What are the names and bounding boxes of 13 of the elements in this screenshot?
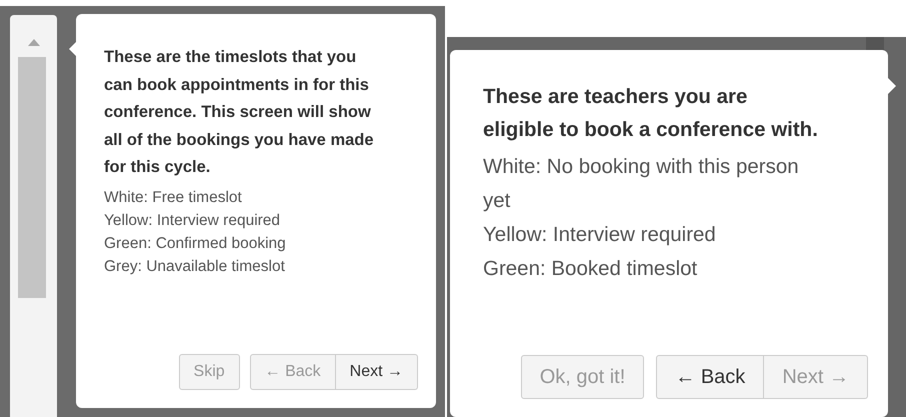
legend-text: Yellow: Interview required <box>104 210 282 230</box>
legend-text: Yellow: Interview required <box>483 222 717 248</box>
popover-heading: These are the timeslots that you can book appointments in for this conference. This screen will show all of the bookings you have made for this cycle. <box>104 47 375 178</box>
legend-text: Green: Booked timeslot <box>483 256 698 282</box>
scroll-up-icon[interactable] <box>28 39 40 46</box>
legend-text: Green: Confirmed booking <box>104 234 287 254</box>
legend-text: White: No booking with this person yet <box>483 154 800 214</box>
popover-heading: These are teachers you are eligible to book a conference with. <box>483 84 818 143</box>
tour-button[interactable]: Next → <box>336 354 418 390</box>
legend-text: White: Free timeslot <box>104 188 243 208</box>
legend-text: Grey: Unavailable timeslot <box>104 256 286 276</box>
scrollbar-thumb[interactable] <box>18 57 46 298</box>
tour-button[interactable]: ← Back <box>656 355 764 399</box>
